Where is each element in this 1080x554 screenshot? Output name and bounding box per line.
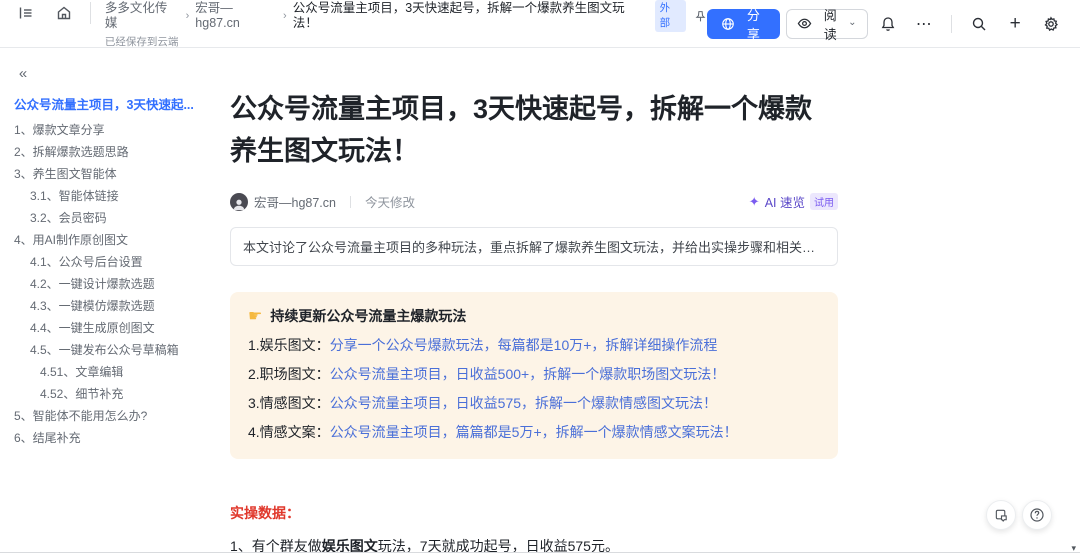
callout-item-prefix: 1.娱乐图文： <box>248 337 330 353</box>
feedback-icon[interactable] <box>986 500 1016 530</box>
callout-list-item: 2.职场图文：公众号流量主项目，日收益500+，拆解一个爆款职场图文玩法！ <box>248 363 820 385</box>
sparkle-icon: ✦ <box>748 193 760 209</box>
callout-item-link[interactable]: 公众号流量主项目，篇篇都是5万+，拆解一个爆款情感文案玩法！ <box>330 424 738 440</box>
callout-block: ☛ 持续更新公众号流量主爆款玩法 1.娱乐图文：分享一个公众号爆款玩法，每篇都是… <box>230 292 838 459</box>
callout-list-item: 1.娱乐图文：分享一个公众号爆款玩法，每篇都是10万+，拆解详细操作流程 <box>248 334 820 356</box>
home-icon[interactable] <box>50 0 78 27</box>
pin-icon[interactable] <box>694 10 707 23</box>
breadcrumb-item-folder[interactable]: 宏哥—hg87.cn <box>195 1 277 31</box>
toc-item[interactable]: 6、结尾补充 <box>12 427 207 449</box>
toc-item[interactable]: 1、爆款文章分享 <box>12 119 207 141</box>
scrollbar-down-arrow[interactable]: ▾ <box>1071 543 1076 554</box>
document-meta-row: 宏哥—hg87.cn 今天修改 ✦ AI 速览 试用 <box>230 192 838 211</box>
author-name[interactable]: 宏哥—hg87.cn <box>254 192 336 211</box>
callout-item-link[interactable]: 公众号流量主项目，日收益575，拆解一个爆款情感图文玩法！ <box>330 395 717 411</box>
toc-item[interactable]: 5、智能体不能用怎么办? <box>12 405 207 427</box>
callout-item-prefix: 4.情感文案： <box>248 424 330 440</box>
toc-item[interactable]: 4.3、一键模仿爆款选题 <box>12 295 207 317</box>
meta-divider <box>349 195 351 208</box>
toc-item[interactable]: 3、养生图文智能体 <box>12 163 207 185</box>
callout-item-link[interactable]: 公众号流量主项目，日收益500+，拆解一个爆款职场图文玩法！ <box>330 366 726 382</box>
read-mode-button[interactable]: 阅读 ⌄ <box>786 8 868 42</box>
toc-doc-title[interactable]: 公众号流量主项目，3天快速起... <box>14 94 207 113</box>
toolbar-divider <box>951 14 953 33</box>
breadcrumb-separator: › <box>283 9 287 22</box>
help-icon[interactable] <box>1022 500 1052 530</box>
read-mode-label: 阅读 <box>823 7 837 42</box>
toc-item[interactable]: 4.4、一键生成原创图文 <box>12 317 207 339</box>
toc-item[interactable]: 3.1、智能体链接 <box>12 185 207 207</box>
ai-summary-box[interactable]: 本文讨论了公众号流量主项目的多种玩法，重点拆解了爆款养生图文玩法，并给出实操步骤… <box>230 227 838 266</box>
toc-item[interactable]: 4.1、公众号后台设置 <box>12 251 207 273</box>
toc-item[interactable]: 4.2、一键设计爆款选题 <box>12 273 207 295</box>
ai-preview-label: AI 速览 <box>764 196 805 210</box>
search-icon[interactable] <box>964 9 994 39</box>
callout-item-prefix: 3.情感图文： <box>248 395 330 411</box>
pointing-finger-icon: ☛ <box>248 308 263 325</box>
toc-item[interactable]: 4.51、文章编辑 <box>12 361 207 383</box>
share-button-label: 分享 <box>746 7 760 42</box>
more-menu-icon[interactable]: ⋯ <box>909 9 939 39</box>
callout-title: 持续更新公众号流量主爆款玩法 <box>270 308 467 324</box>
chevron-down-icon: ⌄ <box>848 16 857 28</box>
top-bar: 多多文化传媒 › 宏哥—hg87.cn › 公众号流量主项目，3天快速起号，拆解… <box>0 0 1080 48</box>
external-badge: 外部 <box>654 0 686 32</box>
practice-data-heading: 实操数据： <box>230 505 300 521</box>
new-document-icon[interactable]: + <box>1000 9 1030 39</box>
toc-item[interactable]: 4.52、细节补充 <box>12 383 207 405</box>
sidebar-collapse-icon[interactable]: « <box>12 62 34 84</box>
page-title: 公众号流量主项目，3天快速起号，拆解一个爆款养生图文玩法！ <box>230 94 813 166</box>
avatar <box>230 192 248 211</box>
toc-item[interactable]: 4、用AI制作原创图文 <box>12 229 207 251</box>
document-canvas: 公众号流量主项目，3天快速起号，拆解一个爆款养生图文玩法！ 宏哥—hg87.cn… <box>215 48 1080 554</box>
notifications-bell-icon[interactable] <box>874 9 904 39</box>
callout-item-prefix: 2.职场图文： <box>248 366 330 382</box>
toc-item[interactable]: 4.5、一键发布公众号草稿箱 <box>12 339 207 361</box>
outline-sidebar: « 公众号流量主项目，3天快速起... 1、爆款文章分享 2、拆解爆款选题思路 … <box>0 48 215 554</box>
toc-item[interactable]: 2、拆解爆款选题思路 <box>12 141 207 163</box>
outline-toggle-icon[interactable] <box>12 0 40 27</box>
last-modified: 今天修改 <box>364 196 415 210</box>
eye-icon <box>797 16 812 31</box>
trial-badge: 试用 <box>810 193 838 210</box>
toc-item[interactable]: 3.2、会员密码 <box>12 207 207 229</box>
ai-preview-button[interactable]: ✦ AI 速览 试用 <box>749 192 838 211</box>
header-divider <box>89 2 91 24</box>
share-button[interactable]: 分享 <box>706 8 781 42</box>
callout-item-link[interactable]: 分享一个公众号爆款玩法，每篇都是10万+，拆解详细操作流程 <box>330 337 718 353</box>
settings-gear-icon[interactable] <box>1036 9 1066 39</box>
more-dots: ⋯ <box>915 15 933 33</box>
callout-list-item: 4.情感文案：公众号流量主项目，篇篇都是5万+，拆解一个爆款情感文案玩法！ <box>248 421 820 443</box>
globe-icon <box>721 17 735 31</box>
plus-glyph: + <box>1009 12 1021 34</box>
breadcrumb-item-workspace[interactable]: 多多文化传媒 <box>105 1 180 31</box>
window-bottom-edge <box>0 552 1080 553</box>
callout-list-item: 3.情感图文：公众号流量主项目，日收益575，拆解一个爆款情感图文玩法！ <box>248 392 820 414</box>
breadcrumb: 多多文化传媒 › 宏哥—hg87.cn › 公众号流量主项目，3天快速起号，拆解… <box>105 0 707 50</box>
breadcrumb-separator: › <box>185 9 190 22</box>
breadcrumb-item-document[interactable]: 公众号流量主项目，3天快速起号，拆解一个爆款养生图文玩法！ <box>293 1 649 31</box>
